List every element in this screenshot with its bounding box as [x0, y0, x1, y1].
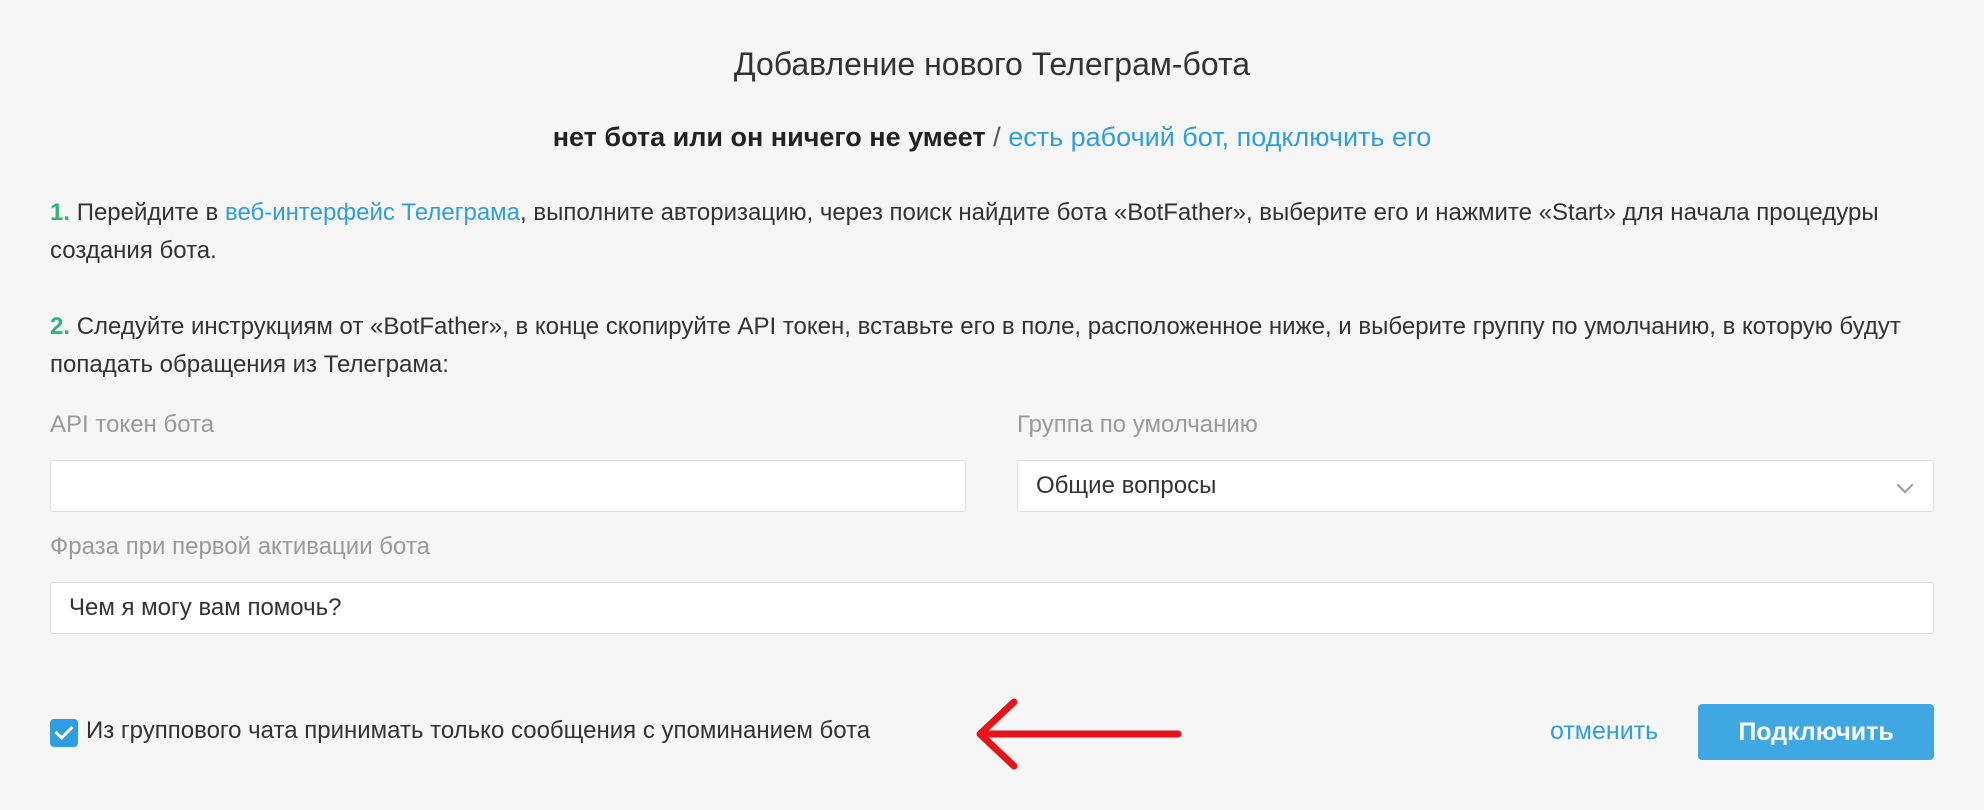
phrase-input[interactable] — [50, 582, 1934, 634]
step-number: 2. — [50, 313, 71, 340]
token-label: API токен бота — [50, 411, 215, 438]
instruction-step-1: 1. Перейдите в веб-интерфейс Телеграма, … — [50, 194, 1930, 270]
mode-alternative-link[interactable]: есть рабочий бот, подключить его — [1008, 122, 1431, 152]
mention-only-label[interactable]: Из группового чата принимать только сооб… — [86, 717, 870, 745]
arrow-left-icon — [976, 698, 1182, 770]
instruction-step-2: 2. Следуйте инструкциям от «BotFather», … — [50, 308, 1930, 384]
group-label: Группа по умолчанию — [1017, 411, 1258, 438]
step-number: 1. — [50, 199, 71, 226]
cancel-link[interactable]: отменить — [1550, 717, 1658, 746]
step-text: Перейдите в — [76, 199, 219, 226]
group-select[interactable]: Общие вопросы — [1017, 460, 1934, 512]
check-icon — [54, 720, 74, 741]
token-input[interactable] — [50, 460, 966, 512]
dialog-title: Добавление нового Телеграм-бота — [733, 46, 1251, 82]
mention-only-checkbox[interactable] — [50, 719, 78, 747]
mode-separator: / — [993, 122, 1001, 152]
group-selected-value: Общие вопросы — [1036, 472, 1217, 499]
connect-button[interactable]: Подключить — [1698, 704, 1934, 760]
mode-switch: нет бота или он ничего не умеет / есть р… — [0, 122, 1984, 153]
telegram-web-link[interactable]: веб-интерфейс Телеграма — [225, 199, 520, 226]
phrase-label: Фраза при первой активации бота — [50, 533, 430, 560]
mode-current: нет бота или он ничего не умеет — [552, 122, 986, 152]
step-text: Следуйте инструкциям от «BotFather», в к… — [50, 313, 1901, 378]
chevron-down-icon — [1896, 476, 1914, 494]
